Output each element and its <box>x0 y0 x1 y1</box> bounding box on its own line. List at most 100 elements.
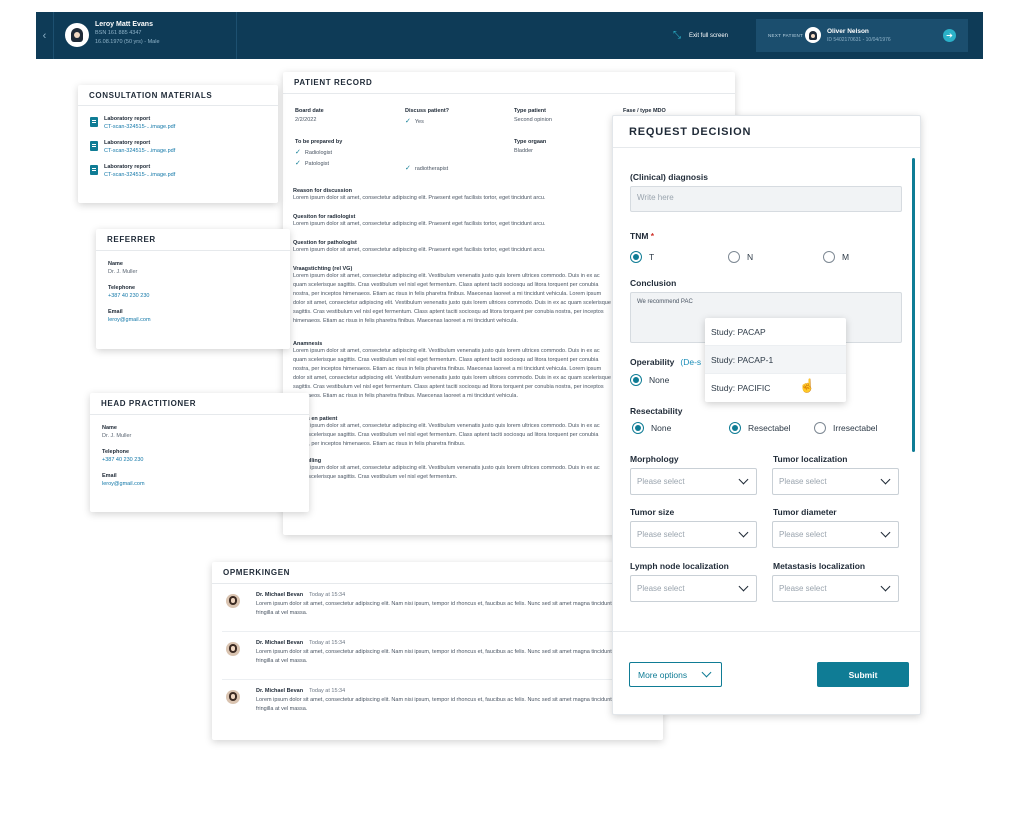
morphology-select[interactable]: Please select <box>630 468 757 495</box>
check-icon: ✓ <box>295 149 301 156</box>
material-file-link[interactable]: CT-scan-324515-...image.pdf <box>104 172 175 178</box>
tnm-radio-t[interactable]: T <box>630 251 654 263</box>
material-title: Laboratory report <box>104 140 151 146</box>
deselect-link[interactable]: (De-s <box>680 357 701 367</box>
head-practitioner-details: Name Dr. J. Muller Telephone +387 40 230… <box>90 425 309 487</box>
material-title: Laboratory report <box>104 164 151 170</box>
operability-radio-none[interactable]: None <box>630 374 669 386</box>
exit-fullscreen-label: Exit full screen <box>689 33 729 39</box>
next-patient-avatar <box>805 27 821 43</box>
material-item[interactable]: Laboratory report CT-scan-324515-...image… <box>78 140 278 154</box>
tumor-localization-select[interactable]: Please select <box>772 468 899 495</box>
consultation-materials-card: CONSULTATION MATERIALS Laboratory report… <box>78 85 278 203</box>
prepared-patologist-text: Patologist <box>304 161 330 167</box>
card-title: CONSULTATION MATERIALS <box>89 90 213 100</box>
resect-radio-irresectabel[interactable]: Irresectabel <box>814 422 877 434</box>
more-options-button[interactable]: More options <box>629 662 722 687</box>
document-icon <box>90 141 98 151</box>
prepared-label: To be prepared by <box>295 139 343 145</box>
card-header: HEAD PRACTITIONER <box>90 393 309 415</box>
material-item[interactable]: Laboratory report CT-scan-324515-...image… <box>78 164 278 178</box>
discuss-patient: Discuss patient? ✓ Yes <box>405 108 449 125</box>
section-text: Lorem ipsum dolor sit amet, consectetur … <box>293 348 611 399</box>
card-header: CONSULTATION MATERIALS <box>78 85 278 106</box>
prepared-radiologist: ✓ Radiologist <box>295 148 342 156</box>
telephone-label: Telephone <box>108 285 136 291</box>
check-icon: ✓ <box>295 160 301 167</box>
name-value: Dr. J. Muller <box>102 433 132 439</box>
metastasis-select[interactable]: Please select <box>772 575 899 602</box>
discuss-value-text: Yes <box>414 119 424 125</box>
operability-label-text: Operability <box>630 357 675 367</box>
radio-label: None <box>651 423 672 433</box>
collapse-icon: ⤡ <box>673 30 681 41</box>
email-link[interactable]: leroy@gmail.com <box>102 481 297 487</box>
divider <box>236 12 237 59</box>
dropdown-option[interactable]: Study: PACAP <box>705 318 846 346</box>
section-text: Lorem ipsum dolor sit amet, consectetur … <box>293 221 546 227</box>
hand-cursor-icon: ☝ <box>799 378 816 393</box>
card-header: PATIENT RECORD <box>283 72 735 94</box>
tnm-label-text: TNM <box>630 231 649 241</box>
board-date-label: Board date <box>295 108 324 114</box>
metastasis-label: Metastasis localization <box>773 561 866 571</box>
tumor-size-select[interactable]: Please select <box>630 521 757 548</box>
tumor-diameter-label: Tumor diameter <box>773 507 837 517</box>
next-patient-panel[interactable]: NEXT PATIENT Oliver Nelson ID 5402170631… <box>756 19 968 52</box>
referrer-card: REFERRER Name Dr. J. Muller Telephone +3… <box>96 229 290 349</box>
exit-fullscreen-button[interactable]: ⤡ Exit full screen <box>673 31 728 41</box>
radio-label: Resectabel <box>748 423 791 433</box>
arrow-right-icon[interactable]: ➔ <box>943 29 956 42</box>
discuss-value: ✓ Yes <box>405 117 449 125</box>
name-label: Name <box>102 425 117 431</box>
discuss-label: Discuss patient? <box>405 108 450 114</box>
resect-radio-none[interactable]: None <box>632 422 671 434</box>
telephone-link[interactable]: +387 40 230 230 <box>102 457 297 463</box>
card-title: REFERRER <box>107 235 156 244</box>
diagnosis-input[interactable]: Write here <box>630 186 902 212</box>
telephone-label: Telephone <box>102 449 130 455</box>
tnm-radio-n[interactable]: N <box>728 251 753 263</box>
comment-time: Today at 15:34 <box>309 640 346 646</box>
material-item[interactable]: Laboratory report CT-scan-324515-...image… <box>78 116 278 130</box>
board-date: Board date 2/2/2022 <box>295 108 324 123</box>
card-header: REFERRER <box>96 229 290 251</box>
document-icon <box>90 117 98 127</box>
radio-selected-icon <box>630 251 642 263</box>
panel-title: REQUEST DECISION <box>629 126 752 138</box>
comment-item: Dr. Michael Bevan Today at 15:34 Lorem ip… <box>222 680 653 728</box>
resect-radio-resectabel[interactable]: Resectabel <box>729 422 791 434</box>
tumor-diameter-select[interactable]: Please select <box>772 521 899 548</box>
diagnosis-label: (Clinical) diagnosis <box>630 172 708 182</box>
next-patient-info: Oliver Nelson ID 5402170631 - 10/04/1976 <box>827 28 891 44</box>
tnm-radio-m[interactable]: M <box>823 251 849 263</box>
comment-text: Lorem ipsum dolor sit amet, consectetur … <box>256 697 612 712</box>
name-label: Name <box>108 261 123 267</box>
telephone-link[interactable]: +387 40 230 230 <box>108 293 278 299</box>
next-patient-label: NEXT PATIENT <box>768 33 804 38</box>
lymph-node-select[interactable]: Please select <box>630 575 757 602</box>
material-file-link[interactable]: CT-scan-324515-...image.pdf <box>104 124 175 130</box>
radio-label: Irresectabel <box>833 423 878 433</box>
type-patient: Type patient Second opinion <box>514 108 552 123</box>
chevron-down-icon <box>882 583 890 591</box>
radio-selected-icon <box>729 422 741 434</box>
radio-label: M <box>842 252 850 262</box>
request-decision-panel: REQUEST DECISION (Clinical) diagnosis Wr… <box>612 115 921 715</box>
material-file-link[interactable]: CT-scan-324515-...image.pdf <box>104 148 175 154</box>
submit-button[interactable]: Submit <box>817 662 909 687</box>
card-title: OPMERKINGEN <box>223 568 291 577</box>
back-arrow-icon[interactable]: ‹ <box>36 12 54 59</box>
dropdown-option[interactable]: Study: PACIFIC <box>705 374 846 402</box>
email-link[interactable]: leroy@gmail.com <box>108 317 278 323</box>
comment-header: Dr. Michael Bevan Today at 15:34 <box>256 640 653 646</box>
prepared-radiologist-text: Radiologist <box>304 150 333 156</box>
divider <box>613 631 920 632</box>
scrollbar[interactable] <box>912 158 915 452</box>
select-placeholder: Please select <box>637 530 685 539</box>
patient-dob: 16.08.1970 (50 yrs) - Male <box>95 39 160 45</box>
radio-icon <box>728 251 740 263</box>
dropdown-option[interactable]: Study: PACAP-1 <box>705 346 846 374</box>
prepared-radiotherapist-value: ✓ radiotherapist <box>405 164 448 172</box>
radio-icon <box>814 422 826 434</box>
